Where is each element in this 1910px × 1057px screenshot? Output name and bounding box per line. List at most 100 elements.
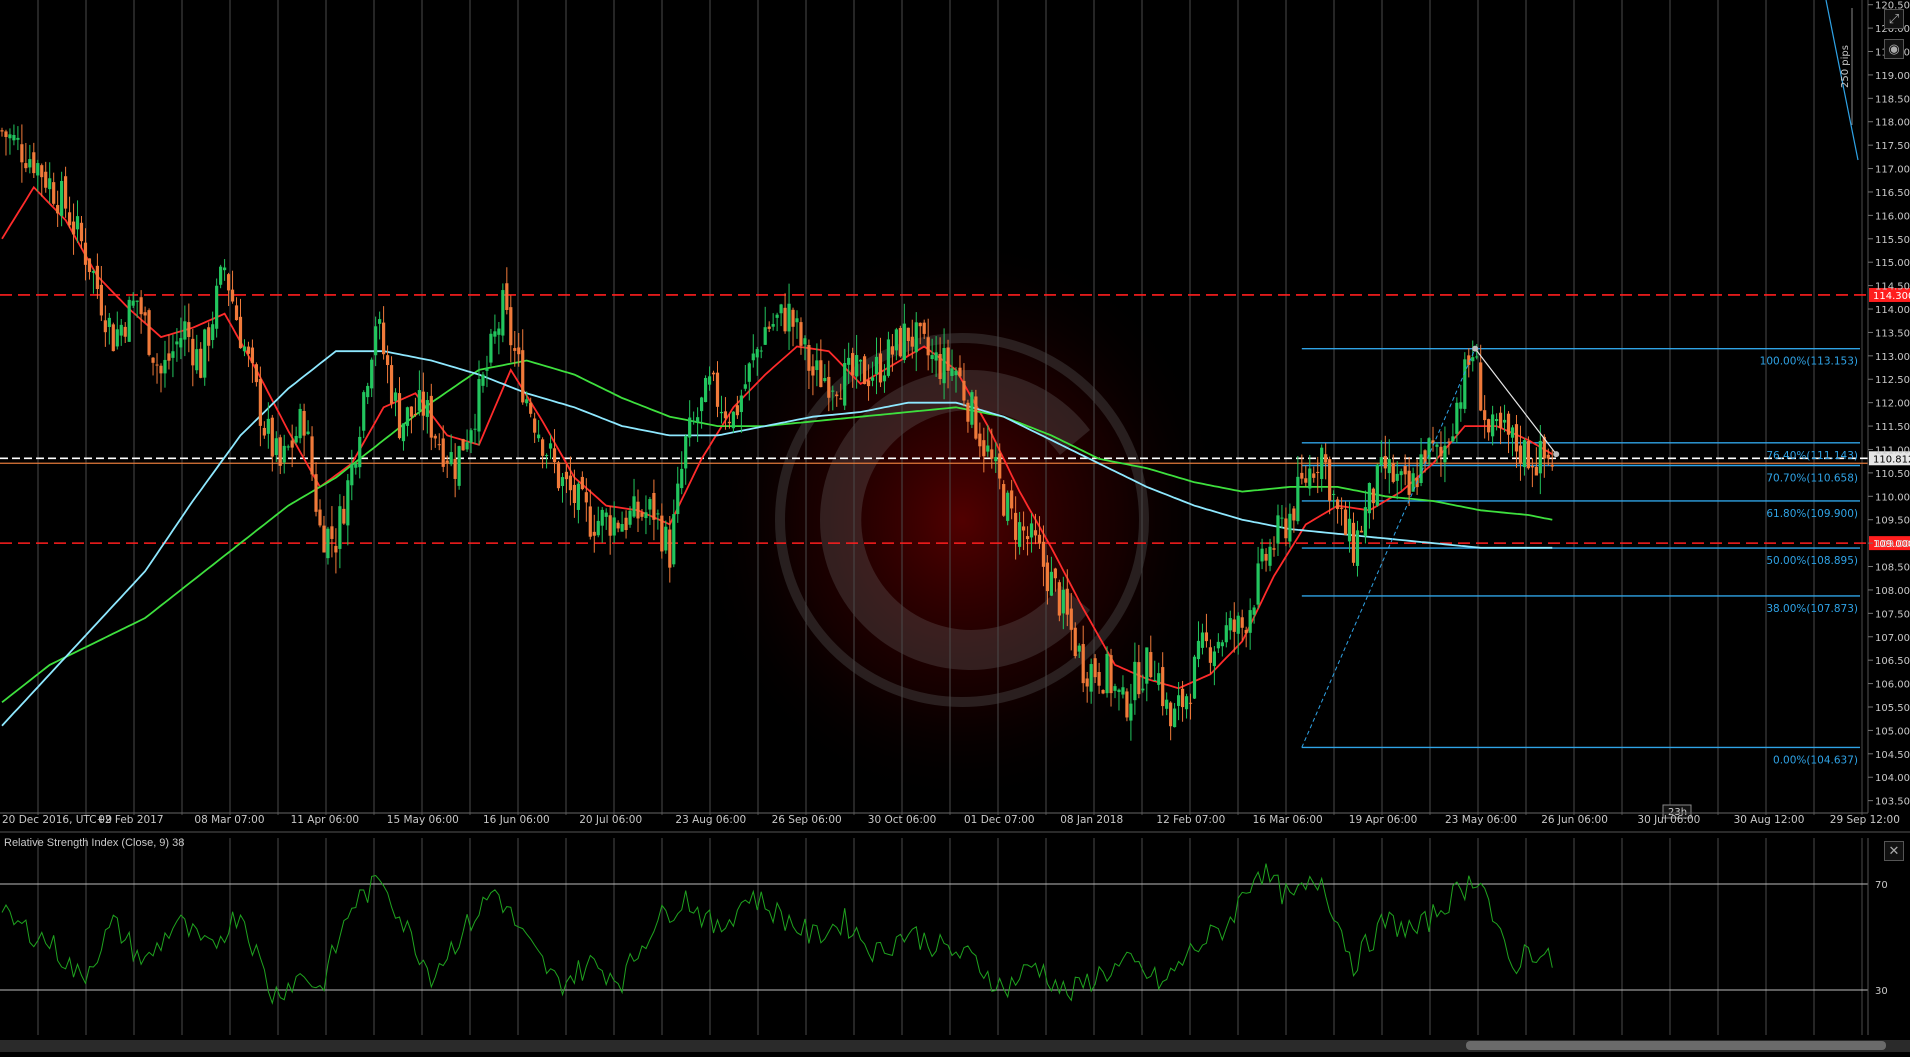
candle-body bbox=[1057, 582, 1061, 616]
candle-body bbox=[731, 411, 735, 429]
candle-body bbox=[529, 402, 533, 414]
candle-body bbox=[1308, 468, 1312, 489]
candle-body bbox=[525, 399, 529, 404]
candle-body bbox=[1403, 465, 1407, 475]
candle-body bbox=[1407, 470, 1411, 495]
candle-body bbox=[1284, 518, 1288, 539]
candle-body bbox=[1188, 702, 1193, 704]
maximize-icon[interactable]: ⤢ bbox=[1884, 9, 1904, 29]
candle-body bbox=[1506, 413, 1511, 435]
camera-icon[interactable]: ◉ bbox=[1884, 39, 1904, 59]
candle-body bbox=[684, 436, 688, 469]
candle-body bbox=[171, 351, 175, 358]
candle-body bbox=[1332, 493, 1336, 495]
candle-body bbox=[922, 322, 926, 334]
candle-body bbox=[226, 274, 231, 291]
candle-body bbox=[676, 483, 680, 515]
candle-body bbox=[254, 364, 258, 383]
candle-body bbox=[1447, 441, 1451, 443]
candle-body bbox=[1033, 530, 1038, 536]
candle-body bbox=[898, 327, 902, 357]
x-tick-label: 15 May 06:00 bbox=[387, 814, 459, 826]
y-tick-label: 115.000 bbox=[1875, 258, 1910, 269]
candle-body bbox=[1530, 466, 1534, 468]
fib-level-label: 50.00%(108.895) bbox=[1766, 555, 1858, 567]
candle-body bbox=[1439, 446, 1443, 457]
candle-body bbox=[696, 417, 700, 423]
candle-body bbox=[1029, 523, 1034, 538]
candle-body bbox=[560, 477, 565, 487]
candle-body bbox=[1252, 607, 1256, 615]
candle-body bbox=[56, 205, 60, 214]
candle-body bbox=[1502, 419, 1507, 423]
candle-body bbox=[378, 319, 382, 324]
candle-body bbox=[807, 344, 811, 371]
candle-body bbox=[723, 411, 728, 419]
candle-body bbox=[1196, 640, 1201, 660]
candle-body bbox=[1455, 402, 1459, 434]
candle-body bbox=[1328, 459, 1332, 501]
x-tick-label: 11 Apr 06:00 bbox=[291, 814, 359, 826]
candle-body bbox=[537, 434, 541, 439]
candle-body bbox=[1451, 436, 1455, 442]
fib-level-label: 38.00%(107.873) bbox=[1766, 603, 1858, 615]
candle-body bbox=[223, 267, 227, 271]
candle-body bbox=[83, 242, 88, 265]
candle-body bbox=[715, 372, 720, 407]
candle-body bbox=[191, 338, 195, 366]
chart-svg: 114.300109.000110.812 100.00%(113.153)76… bbox=[0, 0, 1910, 1052]
candle-body bbox=[572, 484, 576, 503]
candle-body bbox=[32, 152, 36, 174]
candle-body bbox=[397, 393, 402, 439]
y-tick-label: 104.500 bbox=[1875, 750, 1910, 761]
x-tick-label: 20 Dec 2016, UTC+9 bbox=[2, 814, 112, 826]
candle-body bbox=[234, 305, 239, 321]
candle-body bbox=[866, 380, 871, 387]
y-tick-label: 112.500 bbox=[1875, 375, 1910, 386]
candle-body bbox=[342, 508, 346, 524]
candle-body bbox=[230, 289, 235, 302]
candle-body bbox=[859, 359, 863, 362]
candle-body bbox=[986, 445, 990, 452]
candle-body bbox=[187, 322, 191, 338]
candle-body bbox=[791, 309, 795, 327]
candle-body bbox=[1391, 463, 1395, 482]
candle-body bbox=[640, 512, 644, 517]
close-icon[interactable]: ✕ bbox=[1884, 841, 1904, 861]
candle-body bbox=[8, 134, 12, 139]
y-tick-label: 103.500 bbox=[1875, 797, 1910, 808]
candle-body bbox=[167, 353, 171, 361]
candle-body bbox=[1018, 522, 1022, 547]
candle-body bbox=[700, 397, 704, 412]
candle-body bbox=[1304, 478, 1308, 483]
candle-body bbox=[1324, 454, 1328, 463]
chart-area[interactable]: 114.300109.000110.812 100.00%(113.153)76… bbox=[0, 0, 1910, 1052]
y-tick-label: 117.000 bbox=[1875, 165, 1910, 176]
candle-body bbox=[703, 377, 708, 403]
candle-body bbox=[374, 326, 378, 356]
candle-body bbox=[314, 474, 318, 512]
fibonacci-retracement[interactable]: 100.00%(113.153) 76.40%(111.143) 70.70%(11… bbox=[1301, 347, 1860, 767]
candle-body bbox=[461, 439, 465, 451]
candle-body bbox=[127, 299, 131, 342]
candle-body bbox=[1371, 488, 1375, 504]
level-price-label: 114.300 bbox=[1873, 291, 1910, 302]
trend-anchor-point bbox=[1472, 345, 1479, 352]
candle-body bbox=[1463, 359, 1467, 409]
candle-body bbox=[1312, 473, 1316, 478]
candle-body bbox=[862, 356, 867, 385]
candle-body bbox=[747, 363, 751, 382]
candle-body bbox=[1200, 632, 1205, 648]
x-tick-label: 12 Feb 07:00 bbox=[1156, 814, 1225, 826]
y-tick-label: 116.000 bbox=[1875, 211, 1910, 222]
candle-body bbox=[521, 350, 525, 403]
candle-body bbox=[290, 440, 294, 448]
candle-body bbox=[1367, 482, 1371, 514]
candle-body bbox=[950, 368, 954, 376]
candle-body bbox=[811, 366, 815, 376]
candle-body bbox=[1248, 610, 1252, 633]
candle-body bbox=[469, 430, 473, 443]
candle-body bbox=[819, 360, 823, 388]
candle-body bbox=[1010, 490, 1014, 509]
fib-level-label: 76.40%(111.143) bbox=[1766, 450, 1858, 462]
